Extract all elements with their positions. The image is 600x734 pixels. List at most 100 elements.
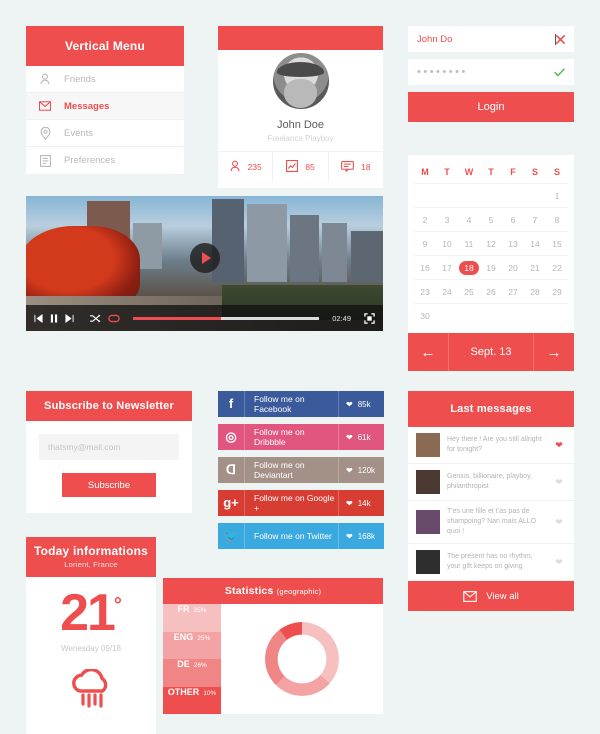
sidebar-item-messages[interactable]: Messages — [26, 93, 184, 120]
calendar-day[interactable]: 27 — [502, 280, 524, 303]
previous-icon[interactable] — [34, 313, 43, 323]
calendar-day[interactable]: 13 — [502, 232, 524, 255]
newsletter-email-input[interactable]: thatsmy@mail.com — [39, 434, 179, 460]
username-field[interactable]: John Do — [408, 26, 574, 52]
calendar-day[interactable]: 1 — [546, 184, 568, 207]
calendar-day[interactable]: 23 — [414, 280, 436, 303]
profile-stat[interactable]: 18 — [329, 152, 383, 182]
shuffle-icon[interactable] — [89, 314, 101, 323]
message-item[interactable]: Genius, billionaire, playboy, philanthro… — [408, 464, 574, 501]
calendar-day[interactable]: 19 — [480, 256, 502, 279]
close-icon[interactable] — [556, 34, 565, 44]
twitter-icon: 🐦 — [218, 523, 245, 549]
calendar-day[interactable]: 25 — [458, 280, 480, 303]
subscribe-button[interactable]: Subscribe — [62, 473, 156, 497]
weather-header: Today informations Lorient, France — [26, 537, 156, 577]
statistics-subtitle: (geographic) — [276, 587, 322, 596]
sidebar-item-preferences[interactable]: Preferences — [26, 147, 184, 174]
ui-kit-page: Vertical Menu Friends Messages Events Pr… — [0, 0, 600, 734]
calendar-week-row: 2345678 — [414, 207, 568, 231]
message-text: Genius, billionaire, playboy, philanthro… — [447, 472, 533, 490]
profile-role: Freelance Playboy — [267, 134, 334, 143]
avatar-hat-icon — [276, 61, 324, 77]
calendar-day[interactable]: 11 — [458, 232, 480, 255]
calendar-footer: ← Sept. 13 → — [408, 333, 574, 371]
weather-body: 21° Wenesday 09/18 — [26, 577, 156, 734]
calendar-day — [524, 184, 546, 207]
calendar-week-row: 23 24 25 26 27 28 29 — [414, 279, 568, 303]
calendar-dow-row: MTWTFSS — [414, 161, 568, 183]
calendar-day[interactable]: 7 — [524, 208, 546, 231]
newsletter-body: thatsmy@mail.com Subscribe — [26, 421, 192, 513]
heart-icon[interactable]: ❤ — [552, 517, 566, 528]
heart-icon[interactable]: ❤ — [552, 477, 566, 488]
view-all-button[interactable]: View all — [408, 581, 574, 612]
calendar-day[interactable]: 10 — [436, 232, 458, 255]
calendar-dow: W — [464, 167, 474, 177]
calendar-day[interactable]: 16 — [414, 256, 436, 279]
profile-stat[interactable]: 85 — [273, 152, 329, 182]
calendar-day[interactable]: 6 — [502, 208, 524, 231]
calendar-day[interactable]: 28 — [524, 280, 546, 303]
sidebar-item-events[interactable]: Events — [26, 120, 184, 147]
calendar-day[interactable]: 17 — [436, 256, 458, 279]
legend-label: OTHER — [167, 686, 200, 697]
calendar-day — [458, 184, 480, 207]
fullscreen-icon[interactable] — [364, 312, 375, 324]
pause-icon[interactable] — [50, 313, 58, 323]
password-field[interactable]: •••••••• — [408, 59, 574, 85]
login-button[interactable]: Login — [408, 92, 574, 122]
message-item[interactable]: Hey there ! Are you still allright for t… — [408, 427, 574, 464]
temperature-value: 21 — [60, 584, 116, 642]
calendar-day[interactable]: 12 — [480, 232, 502, 255]
vertical-menu-card: Vertical Menu Friends Messages Events Pr… — [26, 26, 184, 174]
calendar-dow: M — [421, 167, 429, 177]
social-button-deviantart[interactable]: ᗡ Follow me on Deviantart ❤ 120k — [218, 457, 384, 483]
profile-stat[interactable]: 235 — [218, 152, 274, 182]
calendar-day[interactable]: 5 — [480, 208, 502, 231]
calendar-day[interactable]: 24 — [436, 280, 458, 303]
heart-icon[interactable]: ❤ — [552, 557, 566, 568]
message-text: T'es une fille et t'as pas de shampoing?… — [447, 508, 537, 536]
last-messages-title: Last messages — [408, 391, 574, 427]
heart-icon[interactable]: ❤ — [552, 440, 566, 451]
newsletter-card: Subscribe to Newsletter thatsmy@mail.com… — [26, 391, 192, 513]
social-button-google[interactable]: g+ Follow me on Google + ❤ 14k — [218, 490, 384, 516]
social-label: Follow me on Facebook — [254, 394, 305, 414]
calendar-day[interactable]: 21 — [524, 256, 546, 279]
calendar-week-row: 30 — [414, 303, 568, 327]
repeat-icon[interactable] — [108, 314, 120, 323]
social-button-facebook[interactable]: f Follow me on Facebook ❤ 85k — [218, 391, 384, 417]
calendar-grid: M T W T F S S 1 2 3 4 5 6 7 8 9 10 11 12 13 14 15 16 17 18 19 20 21… — [408, 155, 574, 327]
calendar-day[interactable]: 8 — [546, 208, 568, 231]
sidebar-item-friends[interactable]: Friends — [26, 66, 184, 93]
building-shape — [247, 204, 287, 283]
legend-value: 10% — [203, 689, 217, 697]
video-progress-bar[interactable] — [133, 316, 320, 320]
calendar-day-today[interactable]: 18 — [458, 256, 480, 279]
calendar-day[interactable]: 30 — [414, 304, 436, 327]
calendar-day[interactable]: 20 — [502, 256, 524, 279]
legend-label: ENG — [173, 631, 194, 642]
play-icon[interactable] — [189, 243, 220, 274]
calendar-day[interactable]: 29 — [546, 280, 568, 303]
next-icon[interactable] — [65, 313, 74, 323]
message-item[interactable]: T'es une fille et t'as pas de shampoing?… — [408, 501, 574, 545]
calendar-day — [502, 184, 524, 207]
social-button-twitter[interactable]: 🐦 Follow me on Twitter ❤ 168k — [218, 523, 384, 549]
message-item[interactable]: The present has no rhythm, your gift kee… — [408, 544, 574, 582]
calendar-day[interactable]: 15 — [546, 232, 568, 255]
calendar-day[interactable]: 3 — [436, 208, 458, 231]
video-progress-fill — [133, 316, 221, 320]
arrow-left-icon[interactable]: ← — [408, 344, 448, 361]
calendar-day[interactable]: 9 — [414, 232, 436, 255]
calendar-day[interactable]: 4 — [458, 208, 480, 231]
video-player[interactable]: 02:49 — [26, 196, 383, 331]
calendar-day[interactable]: 22 — [546, 256, 568, 279]
calendar-day[interactable]: 26 — [480, 280, 502, 303]
calendar-day[interactable]: 2 — [414, 208, 436, 231]
social-button-dribbble[interactable]: ◎ Follow me on Dribbble ❤ 61k — [218, 424, 384, 450]
arrow-right-icon[interactable]: → — [534, 344, 574, 361]
calendar-day[interactable]: 14 — [524, 232, 546, 255]
calendar-day — [458, 304, 480, 327]
